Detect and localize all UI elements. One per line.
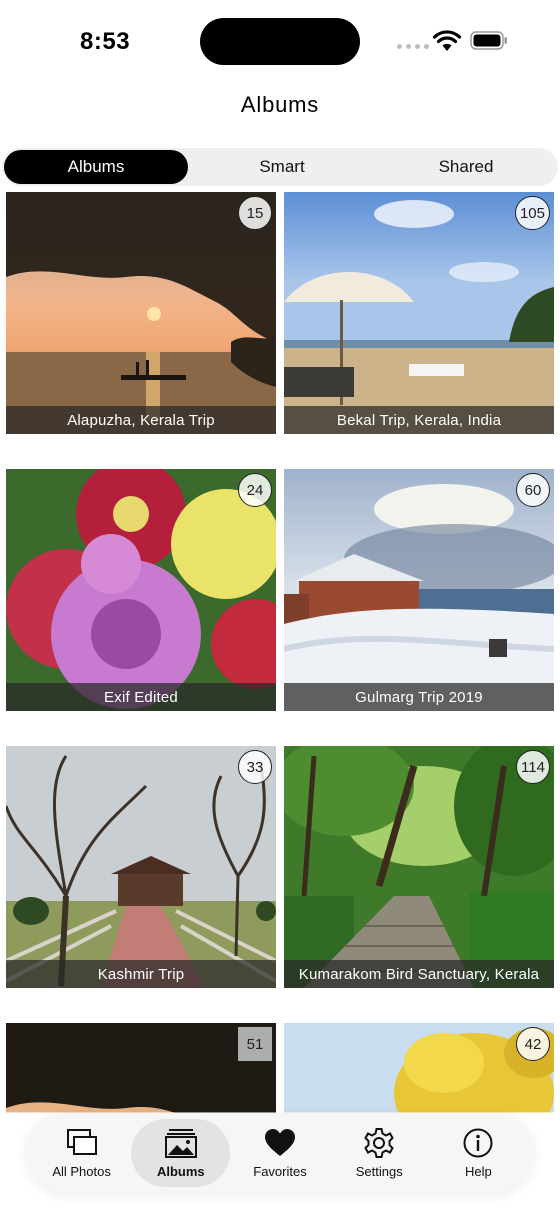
- album-tile[interactable]: 105 Bekal Trip, Kerala, India: [284, 192, 554, 434]
- info-icon: [463, 1128, 493, 1157]
- battery-icon: [470, 31, 507, 50]
- photo-count-badge: 51: [238, 1027, 272, 1061]
- album-tile[interactable]: 33 Kashmir Trip: [6, 746, 276, 988]
- tab-settings[interactable]: Settings: [330, 1119, 429, 1187]
- album-title: Kumarakom Bird Sanctuary, Kerala: [284, 960, 554, 988]
- photo-count-badge: 114: [516, 750, 550, 784]
- photo-count-badge: 24: [238, 473, 272, 507]
- album-icon: [164, 1128, 197, 1158]
- segment-albums[interactable]: Albums: [4, 150, 188, 184]
- album-title: Alapuzha, Kerala Trip: [6, 406, 276, 434]
- album-tile[interactable]: 114 Kumarakom Bird Sanctuary, Kerala: [284, 746, 554, 988]
- album-tile[interactable]: 51: [6, 1023, 276, 1113]
- photos-stack-icon: [66, 1128, 97, 1155]
- album-tile[interactable]: 42: [284, 1023, 554, 1113]
- album-tile[interactable]: 15 Alapuzha, Kerala Trip: [6, 192, 276, 434]
- photo-count-badge: 15: [238, 196, 272, 230]
- tab-label: Settings: [355, 1163, 403, 1179]
- tab-label: All Photos: [52, 1163, 111, 1179]
- status-time: 8:53: [80, 28, 131, 55]
- tab-all-photos[interactable]: All Photos: [32, 1119, 131, 1187]
- album-cover-image: [284, 192, 554, 434]
- tab-label: Help: [465, 1163, 492, 1179]
- dynamic-island: [200, 18, 360, 65]
- status-bar: 8:53: [0, 0, 560, 84]
- photo-count-badge: 105: [514, 196, 550, 230]
- album-type-segmented-control: Albums Smart Shared: [2, 148, 558, 186]
- segment-shared[interactable]: Shared: [374, 148, 558, 186]
- segment-smart[interactable]: Smart: [190, 148, 374, 186]
- album-title: Bekal Trip, Kerala, India: [284, 406, 554, 434]
- album-cover-image: [6, 192, 276, 434]
- album-tile[interactable]: 60 Gulmarg Trip 2019: [284, 469, 554, 711]
- album-cover-image: [284, 1023, 554, 1113]
- album-cover-image: [284, 469, 554, 711]
- album-title: Exif Edited: [6, 683, 276, 711]
- album-cover-image: [284, 746, 554, 988]
- tab-bar: All Photos Albums Favorites Settings Hel…: [26, 1113, 534, 1193]
- tab-help[interactable]: Help: [429, 1119, 528, 1187]
- album-cover-image: [6, 1023, 276, 1113]
- tab-label: Favorites: [253, 1163, 307, 1179]
- gear-icon: [364, 1127, 394, 1158]
- album-title: Gulmarg Trip 2019: [284, 683, 554, 711]
- photo-count-badge: 33: [238, 750, 272, 784]
- wifi-icon: [432, 30, 462, 51]
- tab-label: Albums: [156, 1163, 205, 1179]
- page-title: Albums: [240, 92, 320, 117]
- tab-albums[interactable]: Albums: [131, 1119, 231, 1187]
- heart-icon: [265, 1128, 295, 1156]
- tab-favorites[interactable]: Favorites: [230, 1119, 329, 1187]
- photo-count-badge: 42: [516, 1027, 550, 1061]
- album-cover-image: [6, 746, 276, 988]
- album-tile[interactable]: 24 Exif Edited: [6, 469, 276, 711]
- cellular-signal-icon: [397, 44, 429, 49]
- album-cover-image: [6, 469, 276, 711]
- photo-count-badge: 60: [516, 473, 550, 507]
- album-title: Kashmir Trip: [6, 960, 276, 988]
